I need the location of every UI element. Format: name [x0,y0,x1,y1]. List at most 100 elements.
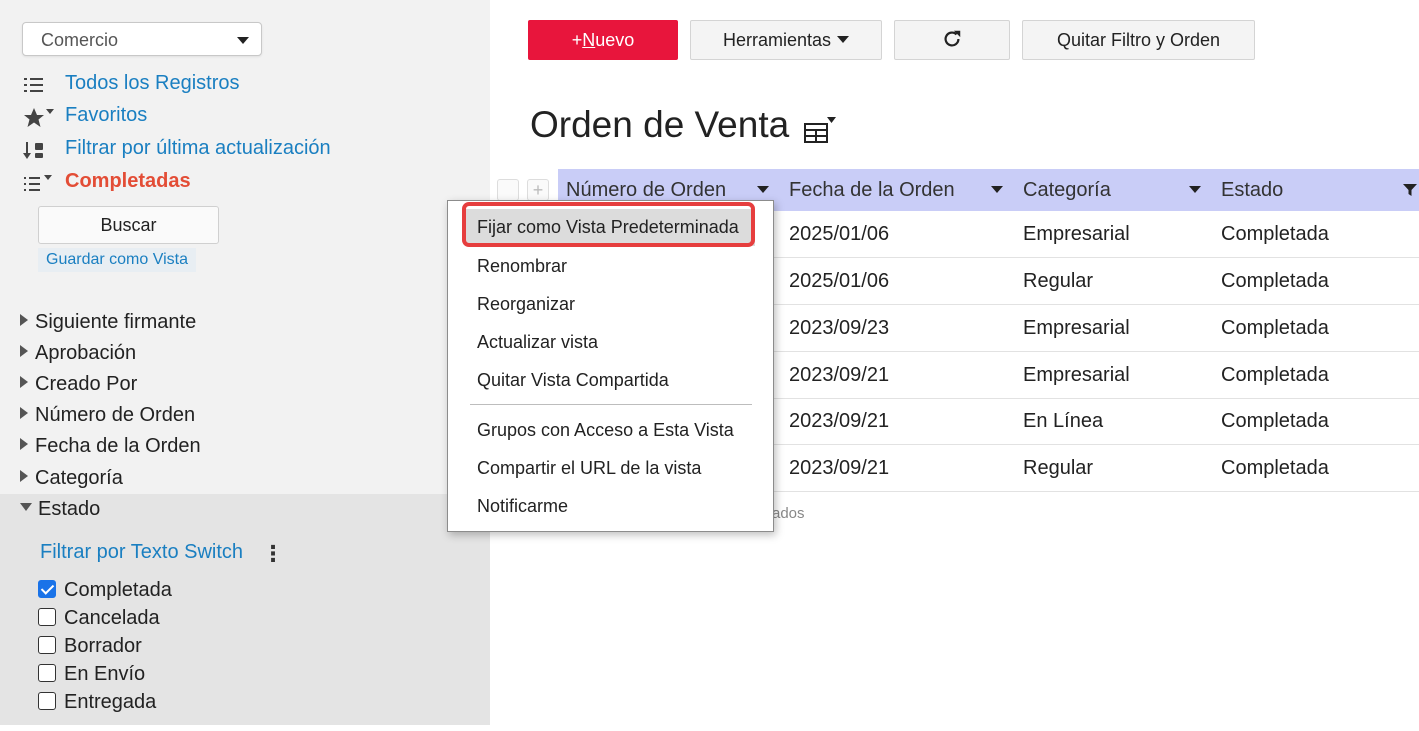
menu-item-remove-shared-view[interactable]: Quitar Vista Compartida [477,370,669,391]
caret-right-icon [20,470,28,482]
checkbox-checked[interactable] [38,580,56,598]
star-filter-icon [22,106,54,130]
new-prefix: + [571,30,583,50]
nav-label: Completadas [65,170,191,192]
option-label: Borrador [64,635,142,657]
view-context-menu: Fijar como Vista Predeterminada Renombra… [447,200,774,532]
menu-item-reorganize[interactable]: Reorganizar [477,294,575,315]
filter-funnel-icon[interactable] [1403,183,1417,197]
menu-item-share-url[interactable]: Compartir el URL de la vista [477,458,701,479]
facet-label: Estado [38,498,101,520]
chevron-down-icon [237,37,249,44]
results-count-fragment: ados [772,505,805,522]
tools-button[interactable]: Herramientas [690,20,882,60]
caret-right-icon [20,438,28,450]
checkbox[interactable] [38,608,56,626]
app-select-value: Comercio [41,30,119,50]
cell-categoria: Regular [1023,457,1094,479]
new-button[interactable]: +Nuevo [528,20,678,60]
nav-label: Filtrar por última actualización [65,137,331,159]
menu-item-update-view[interactable]: Actualizar vista [477,332,598,353]
estado-option-cancelada[interactable]: Cancelada [38,607,160,630]
caret-right-icon [20,376,28,388]
option-label: Cancelada [64,607,160,629]
nav-label: Todos los Registros [65,72,240,94]
facet-siguiente-firmante[interactable]: Siguiente firmante [20,311,196,334]
nav-label: Favoritos [65,104,148,126]
column-header-fecha[interactable]: Fecha de la Orden [789,179,955,202]
cell-fecha: 2023/09/21 [789,364,890,386]
more-vertical-icon[interactable]: ⋮ [262,541,284,567]
cell-estado: Completada [1221,410,1329,432]
menu-item-notify-me[interactable]: Notificarme [477,496,568,517]
cell-estado: Completada [1221,457,1329,479]
sort-update-icon [22,139,52,163]
cell-estado: Completada [1221,223,1329,245]
clear-filter-sort-button[interactable]: Quitar Filtro y Orden [1022,20,1255,60]
option-label: Completada [64,579,172,601]
add-column-icon[interactable]: + [527,179,549,201]
sort-caret-icon[interactable] [991,186,1003,193]
caret-right-icon [20,345,28,357]
cell-categoria: Empresarial [1023,317,1130,339]
sort-caret-icon[interactable] [1189,186,1201,193]
facet-estado[interactable]: Estado [20,498,100,521]
sort-caret-icon[interactable] [757,186,769,193]
tools-label: Herramientas [722,30,832,50]
menu-item-rename[interactable]: Renombrar [477,256,567,277]
facet-label: Número de Orden [35,404,196,426]
refresh-button[interactable] [894,20,1010,60]
facet-numero-orden[interactable]: Número de Orden [20,404,195,427]
select-all-checkbox[interactable] [497,179,519,201]
cell-fecha: 2023/09/21 [789,410,890,432]
search-button[interactable]: Buscar [38,206,219,244]
caret-down-icon [20,503,32,511]
checkbox[interactable] [38,636,56,654]
refresh-icon [944,30,961,47]
caret-right-icon [20,407,28,419]
menu-divider [470,404,752,405]
facet-label: Aprobación [35,342,137,364]
estado-option-completada[interactable]: Completada [38,579,172,602]
facet-label: Creado Por [35,373,138,395]
list-filter-icon [22,172,52,196]
cell-categoria: Empresarial [1023,223,1130,245]
highlight-annotation [462,202,755,247]
cell-fecha: 2023/09/23 [789,317,890,339]
facet-label: Categoría [35,467,123,489]
estado-option-entregada[interactable]: Entregada [38,691,156,714]
estado-option-borrador[interactable]: Borrador [38,635,142,658]
cell-fecha: 2025/01/06 [789,223,890,245]
cell-categoria: Empresarial [1023,364,1130,386]
cell-categoria: Regular [1023,270,1094,292]
estado-option-en-envio[interactable]: En Envío [38,663,145,686]
new-rest: uevo [595,30,635,50]
cell-fecha: 2023/09/21 [789,457,890,479]
facet-label: Fecha de la Orden [35,435,201,457]
facet-categoria[interactable]: Categoría [20,467,123,490]
chevron-down-icon [837,36,850,43]
facet-fecha-orden[interactable]: Fecha de la Orden [20,435,201,458]
filter-text-switch-link[interactable]: Filtrar por Texto Switch [40,541,243,564]
checkbox[interactable] [38,664,56,682]
column-header-numero[interactable]: Número de Orden [566,179,726,202]
checkbox[interactable] [38,692,56,710]
list-icon [22,74,52,98]
table-view-icon[interactable] [803,116,837,146]
cell-estado: Completada [1221,270,1329,292]
page-title: Orden de Venta [530,104,790,145]
sidebar-bottom-strip [0,725,490,731]
column-header-estado[interactable]: Estado [1221,179,1283,202]
facet-creado-por[interactable]: Creado Por [20,373,137,396]
cell-estado: Completada [1221,317,1329,339]
column-header-categoria[interactable]: Categoría [1023,179,1111,202]
cell-fecha: 2025/01/06 [789,270,890,292]
new-accesskey: N [582,30,596,50]
facet-aprobacion[interactable]: Aprobación [20,342,136,365]
cell-estado: Completada [1221,364,1329,386]
facet-label: Siguiente firmante [35,311,197,333]
caret-right-icon [20,314,28,326]
app-select[interactable]: Comercio [22,22,262,56]
save-as-view-link[interactable]: Guardar como Vista [38,248,196,272]
menu-item-groups-access[interactable]: Grupos con Acceso a Esta Vista [477,420,734,441]
